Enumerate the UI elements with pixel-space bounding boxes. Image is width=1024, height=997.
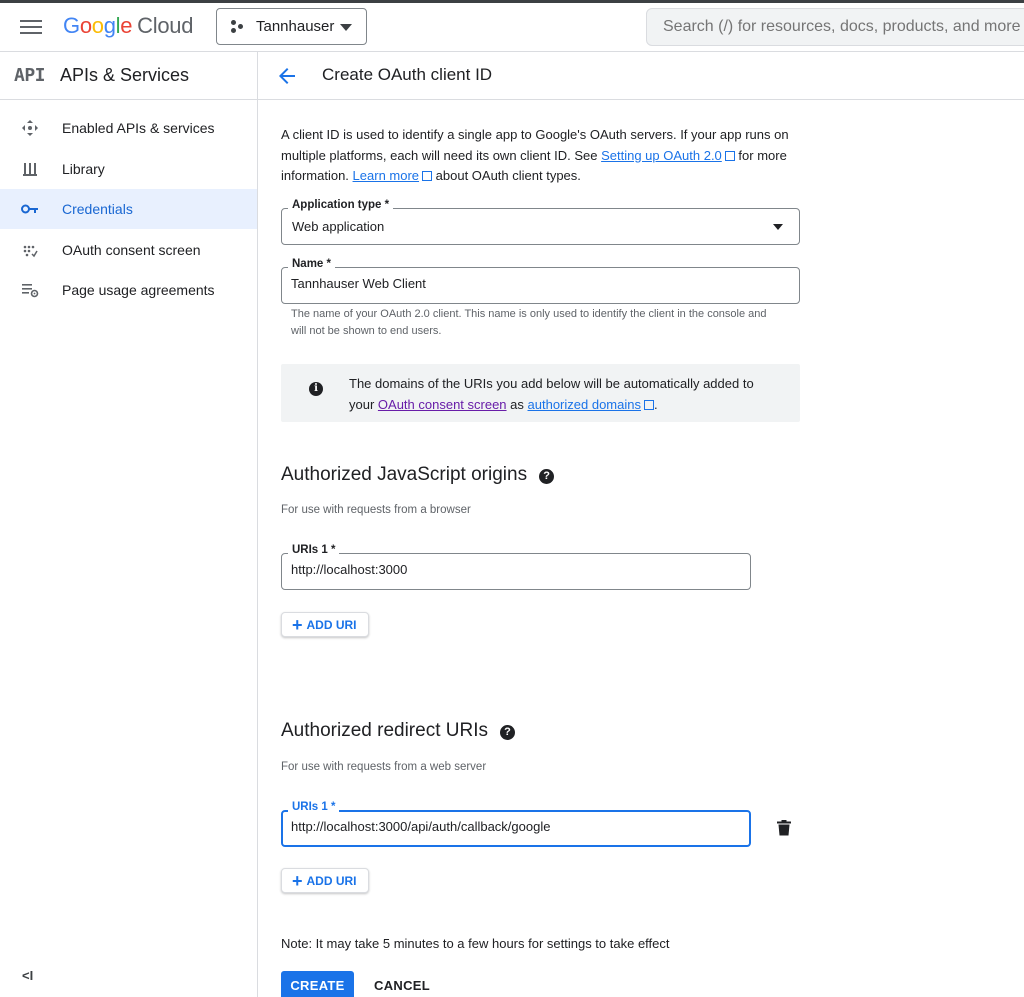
application-type-select[interactable]: Application type * Web application xyxy=(281,199,800,245)
sidebar-item-label: OAuth consent screen xyxy=(62,242,201,258)
logo-letter: g xyxy=(103,13,116,38)
name-field: Name * xyxy=(281,258,800,304)
sidebar-item-oauth-consent[interactable]: OAuth consent screen xyxy=(0,230,257,270)
sidebar: API APIs & Services Enabled APIs & servi… xyxy=(0,52,258,997)
create-button[interactable]: CREATE xyxy=(281,971,354,997)
intro-text: A client ID is used to identify a single… xyxy=(281,125,806,187)
sidebar-item-label: Page usage agreements xyxy=(62,282,215,298)
delete-icon[interactable] xyxy=(777,820,791,836)
consent-icon xyxy=(20,240,40,260)
logo-letter: o xyxy=(91,13,104,38)
help-icon[interactable]: ? xyxy=(539,469,555,484)
help-icon[interactable]: ? xyxy=(499,725,515,740)
link-label: authorized domains xyxy=(527,397,641,412)
enabled-apis-icon xyxy=(20,118,40,138)
top-bar: Google Cloud Tannhauser xyxy=(0,0,1024,52)
sidebar-title: APIs & Services xyxy=(60,65,190,85)
info-text-part: . xyxy=(653,397,658,412)
logo-letter: G xyxy=(63,13,80,38)
oauth-consent-screen-link[interactable]: OAuth consent screen xyxy=(378,397,507,412)
redirect-uri-field: URIs 1 * xyxy=(281,801,751,847)
redirect-uri-input[interactable] xyxy=(291,819,731,834)
key-icon xyxy=(20,199,40,219)
add-redirect-uri-button[interactable]: + ADD URI xyxy=(281,868,369,893)
search-input[interactable] xyxy=(646,8,1024,46)
caret-down-icon xyxy=(340,24,352,31)
name-input[interactable] xyxy=(291,276,731,291)
library-icon xyxy=(20,159,40,179)
section-title-text: Authorized JavaScript origins xyxy=(281,464,528,485)
setting-up-oauth-link[interactable]: Setting up OAuth 2.0 xyxy=(601,148,735,163)
js-origins-title: Authorized JavaScript origins? xyxy=(281,464,555,486)
authorized-domains-link[interactable]: authorized domains xyxy=(528,397,654,412)
link-label: Learn more xyxy=(352,168,420,183)
cancel-button[interactable]: CANCEL xyxy=(367,971,437,997)
project-name: Tannhauser xyxy=(256,18,335,35)
uri-label: URIs 1 * xyxy=(288,801,340,813)
sidebar-item-label: Enabled APIs & services xyxy=(62,120,215,136)
plus-icon: + xyxy=(292,870,303,891)
add-js-origin-uri-button[interactable]: + ADD URI xyxy=(281,612,369,637)
logo-letter: e xyxy=(120,13,133,38)
external-link-icon xyxy=(643,400,654,410)
js-origin-uri-input[interactable] xyxy=(291,562,731,577)
application-type-value: Web application xyxy=(292,219,385,234)
sidebar-header: API APIs & Services xyxy=(0,52,257,100)
redirect-uris-title: Authorized redirect URIs? xyxy=(281,720,515,742)
google-cloud-logo[interactable]: Google Cloud xyxy=(63,13,193,39)
info-icon: i xyxy=(309,382,323,396)
intro-text-part: about OAuth client types. xyxy=(432,168,581,183)
js-origin-uri-field: URIs 1 * xyxy=(281,544,751,590)
uri-label: URIs 1 * xyxy=(288,544,340,556)
page-header: Create OAuth client ID xyxy=(258,52,1024,100)
button-label: ADD URI xyxy=(306,873,357,888)
section-title-text: Authorized redirect URIs xyxy=(281,720,488,741)
name-helper-text: The name of your OAuth 2.0 client. This … xyxy=(291,308,767,337)
back-arrow-icon[interactable] xyxy=(275,64,299,88)
sidebar-item-library[interactable]: Library xyxy=(0,149,257,189)
info-text-part: as xyxy=(506,397,528,412)
sidebar-item-page-usage[interactable]: Page usage agreements xyxy=(0,270,257,310)
settings-list-icon xyxy=(20,280,40,300)
sidebar-item-enabled-apis[interactable]: Enabled APIs & services xyxy=(0,108,257,148)
sidebar-item-credentials[interactable]: Credentials xyxy=(0,189,257,229)
redirect-uris-subtitle: For use with requests from a web server xyxy=(281,761,487,773)
link-label: Setting up OAuth 2.0 xyxy=(601,147,722,163)
sidebar-item-label: Credentials xyxy=(62,201,133,217)
api-logo-icon: API xyxy=(14,65,46,86)
plus-icon: + xyxy=(292,614,303,635)
external-link-icon xyxy=(422,171,433,181)
project-icon xyxy=(231,19,245,34)
logo-letter: o xyxy=(79,13,92,38)
logo-product: Cloud xyxy=(137,13,194,38)
learn-more-link[interactable]: Learn more xyxy=(352,168,433,183)
settings-note: Note: It may take 5 minutes to a few hou… xyxy=(281,936,670,951)
button-label: ADD URI xyxy=(306,617,357,632)
info-text: The domains of the URIs you add below wi… xyxy=(349,373,779,415)
js-origins-subtitle: For use with requests from a browser xyxy=(281,504,471,516)
info-box: i The domains of the URIs you add below … xyxy=(281,364,800,422)
page-title: Create OAuth client ID xyxy=(322,65,493,84)
name-label: Name * xyxy=(288,258,335,270)
sidebar-item-label: Library xyxy=(62,161,105,177)
application-type-label: Application type * xyxy=(288,199,394,211)
external-link-icon xyxy=(724,150,735,161)
dropdown-arrow-icon xyxy=(773,224,783,230)
menu-icon[interactable] xyxy=(20,17,42,37)
collapse-sidebar-icon[interactable]: <I xyxy=(22,968,33,983)
project-picker[interactable]: Tannhauser xyxy=(216,8,367,45)
